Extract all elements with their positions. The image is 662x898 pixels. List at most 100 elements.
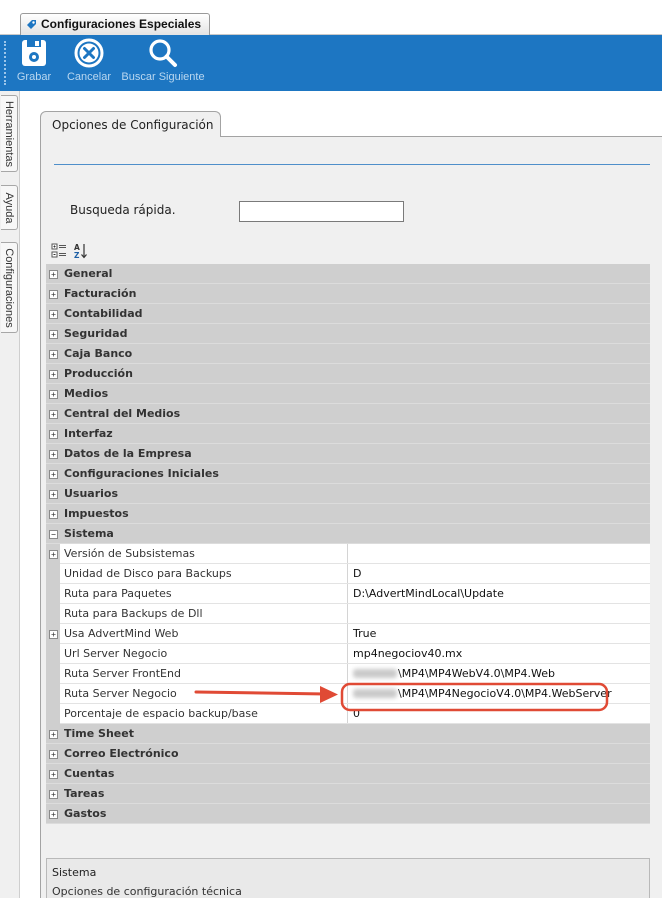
dock-tab-label: Ayuda (3, 192, 15, 223)
category-name: Facturación (64, 287, 137, 300)
quick-search-input[interactable] (239, 201, 404, 222)
expand-plus-icon[interactable]: + (49, 350, 58, 359)
property-grid: + General + Facturación + Contabilidad + Seg… (46, 264, 650, 824)
svg-text:Z: Z (74, 251, 80, 260)
property-name: Unidad de Disco para Backups (64, 564, 348, 583)
category-name: Gastos (64, 807, 107, 820)
property-row-porcentaje-backup[interactable]: Porcentaje de espacio backup/base 0 (46, 704, 650, 724)
category-row-medios[interactable]: + Medios (46, 384, 650, 404)
find-next-button[interactable]: Buscar Siguiente (118, 37, 208, 83)
expand-plus-icon[interactable]: + (49, 510, 58, 519)
property-name: Ruta Server Negocio (64, 684, 348, 703)
redacted-text (353, 689, 397, 698)
save-label: Grabar (16, 71, 52, 83)
expand-plus-icon[interactable]: + (49, 410, 58, 419)
cancel-button[interactable]: Cancelar (64, 37, 114, 83)
category-row-time-sheet[interactable]: + Time Sheet (46, 724, 650, 744)
property-name: Usa AdvertMind Web (64, 624, 348, 643)
expand-plus-icon[interactable]: + (49, 750, 58, 759)
property-value: \MP4\MP4WebV4.0\MP4.Web (398, 667, 555, 680)
expand-plus-icon[interactable]: + (49, 810, 58, 819)
expand-plus-icon[interactable]: + (49, 630, 58, 639)
dock-tab-configuraciones[interactable]: Configuraciones (1, 242, 18, 333)
magnifier-icon (149, 39, 177, 67)
category-row-gastos[interactable]: + Gastos (46, 804, 650, 824)
property-value[interactable]: D (353, 564, 361, 584)
property-value[interactable]: D:\AdvertMindLocal\Update (353, 584, 504, 604)
property-value-negocio[interactable]: \MP4\MP4NegocioV4.0\MP4.WebServer (353, 684, 612, 704)
expand-plus-icon[interactable]: + (49, 770, 58, 779)
expand-plus-icon[interactable]: + (49, 270, 58, 279)
category-row-correo-electronico[interactable]: + Correo Electrónico (46, 744, 650, 764)
dock-tab-herramientas[interactable]: Herramientas (1, 95, 18, 172)
expand-plus-icon[interactable]: + (49, 790, 58, 799)
expand-plus-icon[interactable]: + (49, 490, 58, 499)
cancel-x-icon (74, 38, 104, 68)
save-button[interactable]: Grabar (14, 37, 54, 83)
collapse-minus-icon[interactable]: − (49, 530, 58, 539)
property-row-ruta-backups-dll[interactable]: Ruta para Backups de Dll (46, 604, 650, 624)
expand-plus-icon[interactable]: + (49, 730, 58, 739)
expand-plus-icon[interactable]: + (49, 390, 58, 399)
property-row-ruta-server-negocio[interactable]: Ruta Server Negocio \MP4\MP4NegocioV4.0\M… (46, 684, 650, 704)
alphabetical-sort-button[interactable]: A Z (72, 242, 92, 261)
category-row-produccion[interactable]: + Producción (46, 364, 650, 384)
category-row-tareas[interactable]: + Tareas (46, 784, 650, 804)
category-row-cuentas[interactable]: + Cuentas (46, 764, 650, 784)
category-name: Medios (64, 387, 109, 400)
property-row-usa-advertmind-web[interactable]: + Usa AdvertMind Web True (46, 624, 650, 644)
category-row-seguridad[interactable]: + Seguridad (46, 324, 650, 344)
property-row-unidad-disco[interactable]: Unidad de Disco para Backups D (46, 564, 650, 584)
expand-plus-icon[interactable]: + (49, 330, 58, 339)
property-value[interactable]: mp4negociov40.mx (353, 644, 462, 664)
category-name: Seguridad (64, 327, 128, 340)
expand-plus-icon[interactable]: + (49, 430, 58, 439)
expand-plus-icon[interactable]: + (49, 550, 58, 559)
category-row-configuraciones-iniciales[interactable]: + Configuraciones Iniciales (46, 464, 650, 484)
toolbar-grip[interactable] (4, 41, 6, 85)
category-name: Impuestos (64, 507, 129, 520)
property-value[interactable]: 0 (353, 704, 360, 724)
property-name: Url Server Negocio (64, 644, 348, 663)
category-name: Usuarios (64, 487, 119, 500)
category-row-datos-empresa[interactable]: + Datos de la Empresa (46, 444, 650, 464)
property-row-ruta-paquetes[interactable]: Ruta para Paquetes D:\AdvertMindLocal\Upd… (46, 584, 650, 604)
quick-search-label: Busqueda rápida. (70, 203, 176, 217)
category-name: Cuentas (64, 767, 115, 780)
category-row-caja-banco[interactable]: + Caja Banco (46, 344, 650, 364)
property-row-ruta-server-frontend[interactable]: Ruta Server FrontEnd \MP4\MP4WebV4.0\MP4.… (46, 664, 650, 684)
category-name: Producción (64, 367, 133, 380)
property-value[interactable]: True (353, 624, 376, 644)
expand-plus-icon[interactable]: + (49, 310, 58, 319)
description-title: Sistema (52, 866, 97, 879)
dock-tab-label: Configuraciones (3, 247, 15, 328)
tab-opciones-configuracion[interactable]: Opciones de Configuración (40, 111, 221, 137)
property-grid-toolbar: A Z (46, 240, 650, 264)
category-row-facturacion[interactable]: + Facturación (46, 284, 650, 304)
category-row-interfaz[interactable]: + Interfaz (46, 424, 650, 444)
category-row-usuarios[interactable]: + Usuarios (46, 484, 650, 504)
category-name: Contabilidad (64, 307, 143, 320)
property-row-version-subsistemas[interactable]: + Versión de Subsistemas (46, 544, 650, 564)
category-row-sistema[interactable]: − Sistema (46, 524, 650, 544)
category-row-central-medios[interactable]: + Central del Medios (46, 404, 650, 424)
property-name: Porcentaje de espacio backup/base (64, 704, 348, 723)
category-row-contabilidad[interactable]: + Contabilidad (46, 304, 650, 324)
dock-tab-ayuda[interactable]: Ayuda (1, 185, 18, 230)
category-name: Tareas (64, 787, 105, 800)
cancel-label: Cancelar (66, 71, 112, 83)
expand-plus-icon[interactable]: + (49, 470, 58, 479)
property-row-url-server-negocio[interactable]: Url Server Negocio mp4negociov40.mx (46, 644, 650, 664)
property-value-frontend[interactable]: \MP4\MP4WebV4.0\MP4.Web (353, 664, 555, 684)
category-row-impuestos[interactable]: + Impuestos (46, 504, 650, 524)
divider-line (54, 164, 650, 165)
expand-plus-icon[interactable]: + (49, 290, 58, 299)
categorized-view-button[interactable] (50, 242, 70, 261)
property-value: \MP4\MP4NegocioV4.0\MP4.WebServer (398, 687, 612, 700)
expand-plus-icon[interactable]: + (49, 450, 58, 459)
document-tab[interactable]: Configuraciones Especiales (20, 13, 211, 35)
left-dock: Herramientas Ayuda Configuraciones (0, 91, 20, 898)
expand-plus-icon[interactable]: + (49, 370, 58, 379)
property-name: Ruta para Backups de Dll (64, 604, 348, 623)
category-row-general[interactable]: + General (46, 264, 650, 284)
